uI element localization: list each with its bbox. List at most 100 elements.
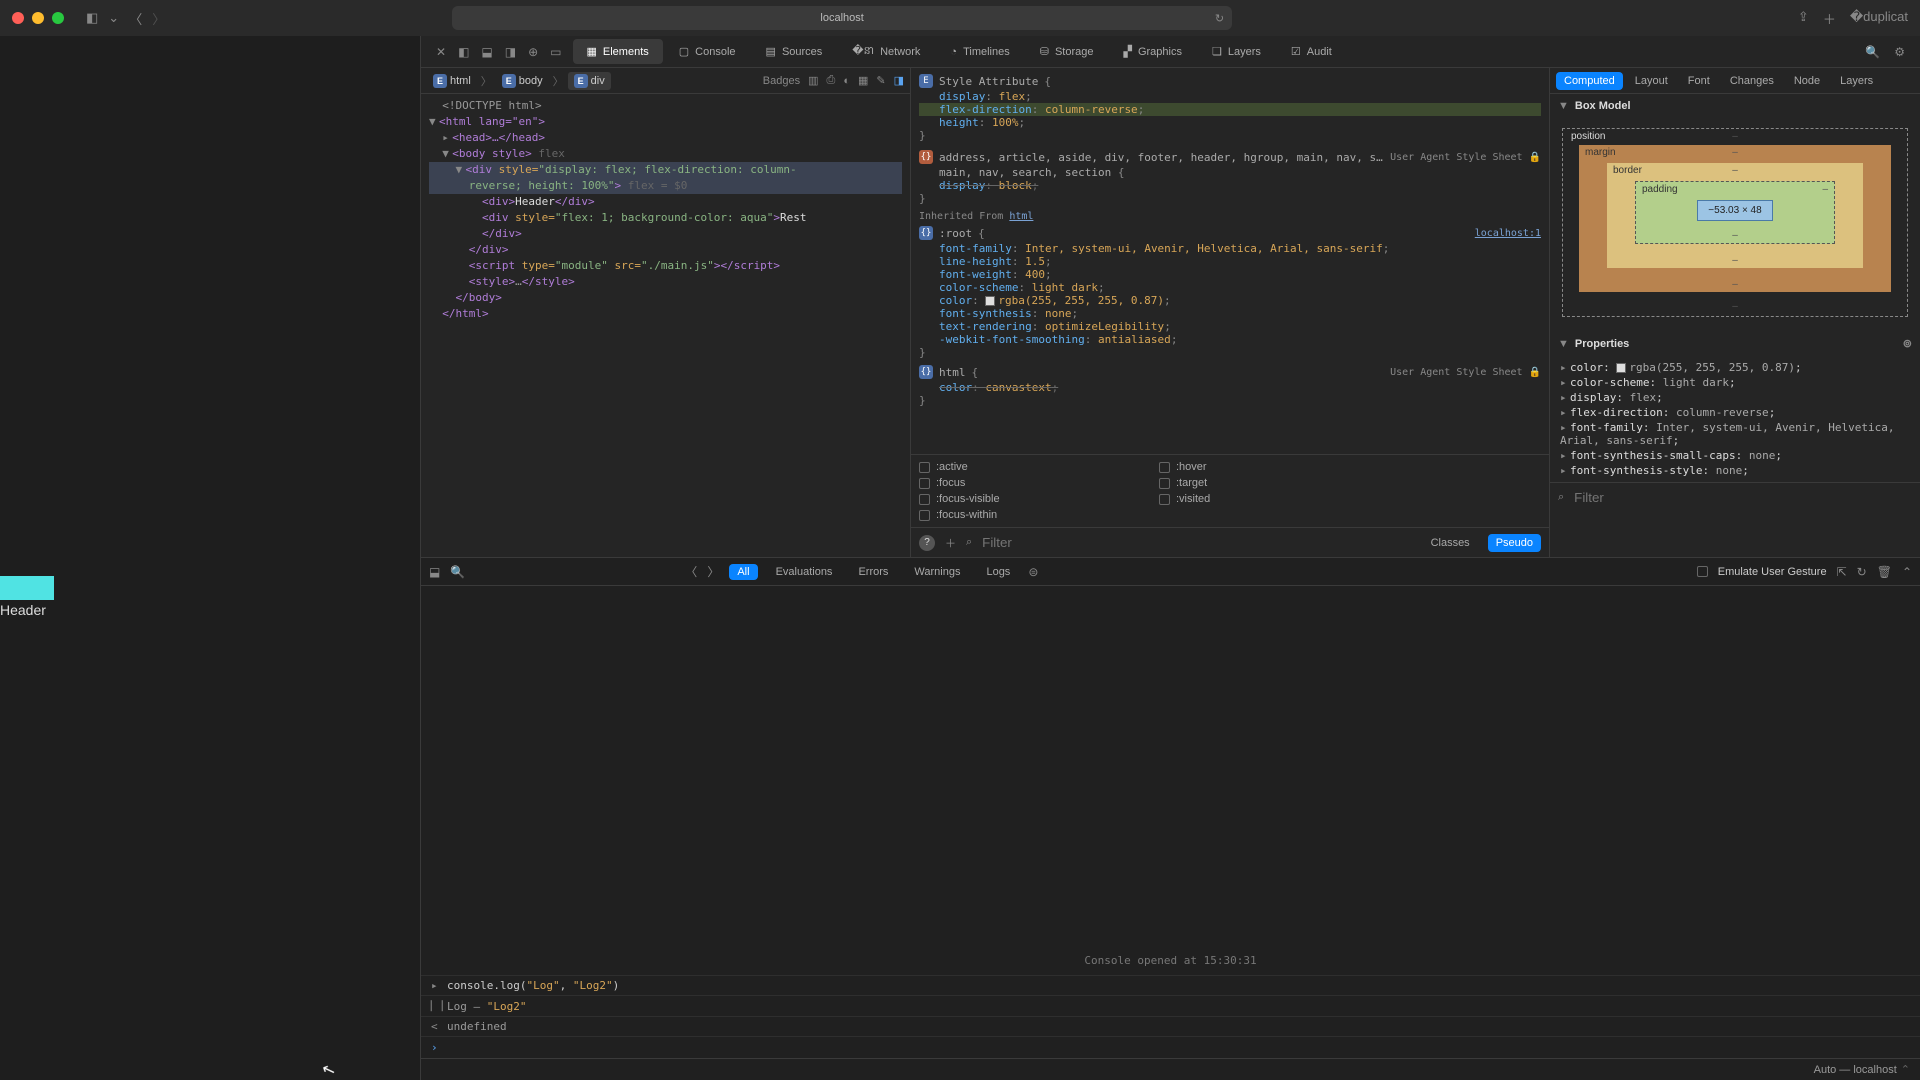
style-decl[interactable]: display: block;	[919, 179, 1541, 192]
console-filter-warnings[interactable]: Warnings	[906, 564, 968, 580]
device-icon[interactable]: ▭	[547, 42, 564, 62]
forward-button[interactable]: 〉	[152, 9, 165, 28]
computed-tab-layout[interactable]: Layout	[1627, 72, 1676, 90]
pseudo-active[interactable]: :active	[919, 461, 1119, 473]
ua-rule-header[interactable]: {} address, article, aside, div, footer,…	[919, 148, 1541, 166]
style-attribute-header[interactable]: E Style Attribute {	[919, 72, 1541, 90]
panel-toggle-icon[interactable]: ◨	[894, 74, 904, 87]
style-decl[interactable]: text-rendering: optimizeLegibility;	[919, 320, 1541, 333]
computed-tab-node[interactable]: Node	[1786, 72, 1828, 90]
zoom-window-button[interactable]	[52, 12, 64, 24]
root-rule-header[interactable]: {} :root { localhost:1	[919, 224, 1541, 242]
dom-line[interactable]: ▼<html lang="en">	[429, 114, 902, 130]
dom-line[interactable]: </html>	[429, 306, 902, 322]
emulate-gesture-checkbox[interactable]	[1697, 566, 1708, 577]
dom-line[interactable]: <!DOCTYPE html>	[429, 98, 902, 114]
box-model-header[interactable]: ▼Box Model	[1550, 94, 1920, 118]
dock-bottom-icon[interactable]: ⬓	[478, 42, 495, 62]
dom-line[interactable]: </body>	[429, 290, 902, 306]
format-icon[interactable]: ▥	[808, 74, 818, 87]
tabs-icon[interactable]: �duplicat	[1850, 9, 1908, 28]
grid-icon[interactable]: ▦	[858, 74, 868, 87]
address-bar[interactable]: localhost ↻	[452, 6, 1232, 30]
dock-left-icon[interactable]: ◧	[455, 42, 472, 62]
pseudo-focus[interactable]: :focus	[919, 477, 1119, 489]
tab-sources[interactable]: ▤Sources	[752, 39, 837, 64]
properties-header[interactable]: ▼Properties ⊚	[1550, 331, 1920, 356]
help-icon[interactable]: ?	[919, 535, 935, 551]
dom-line-selected[interactable]: ▼<div style="display: flex; flex-directi…	[429, 162, 902, 178]
edit-icon[interactable]: ✎	[876, 74, 885, 87]
source-link[interactable]: localhost:1	[1475, 228, 1541, 239]
reload-icon[interactable]: ↻	[1215, 12, 1224, 25]
properties-settings-icon[interactable]: ⊚	[1903, 337, 1912, 350]
console-settings-icon[interactable]: ⊜	[1028, 565, 1038, 579]
minimize-window-button[interactable]	[32, 12, 44, 24]
dom-line-selected[interactable]: reverse; height: 100%"> flex = $0	[429, 178, 902, 194]
pseudo-focus-within[interactable]: :focus-within	[919, 509, 1119, 521]
share-icon[interactable]: ⇪	[1798, 9, 1809, 28]
pseudo-button[interactable]: Pseudo	[1488, 534, 1541, 552]
inspect-element-icon[interactable]: ⊕	[525, 42, 541, 62]
computed-prop[interactable]: ▸flex-direction: column-reverse;	[1560, 405, 1910, 420]
tab-layers[interactable]: ❏Layers	[1198, 39, 1275, 64]
style-decl[interactable]: font-weight: 400;	[919, 268, 1541, 281]
style-decl[interactable]: height: 100%;	[919, 116, 1541, 129]
style-decl[interactable]: font-family: Inter, system-ui, Avenir, H…	[919, 242, 1541, 255]
tab-console[interactable]: ▢Console	[665, 39, 750, 64]
color-swatch[interactable]	[1616, 363, 1626, 373]
collapse-console-icon[interactable]: ⌃	[1902, 565, 1912, 579]
console-prompt[interactable]: ›	[421, 1036, 1920, 1058]
styles-body[interactable]: E Style Attribute { display: flex; flex-…	[911, 68, 1549, 454]
computed-tab-layers[interactable]: Layers	[1832, 72, 1881, 90]
style-decl[interactable]: line-height: 1.5;	[919, 255, 1541, 268]
settings-icon[interactable]: ⚙	[1891, 42, 1908, 62]
tab-audit[interactable]: ☑Audit	[1277, 39, 1346, 64]
console-filter-logs[interactable]: Logs	[978, 564, 1018, 580]
console-filter-evaluations[interactable]: Evaluations	[768, 564, 841, 580]
style-decl[interactable]: color: rgba(255, 255, 255, 0.87);	[919, 294, 1541, 307]
dom-line[interactable]: </div>	[429, 242, 902, 258]
prev-icon[interactable]: 〈	[685, 563, 697, 580]
computed-tab-changes[interactable]: Changes	[1722, 72, 1782, 90]
add-rule-icon[interactable]: ＋	[945, 535, 956, 551]
inherited-html-link[interactable]: html	[1009, 211, 1033, 222]
next-icon[interactable]: 〉	[707, 563, 719, 580]
computed-properties-list[interactable]: ▸color: rgba(255, 255, 255, 0.87); ▸colo…	[1550, 356, 1920, 482]
style-decl-selected[interactable]: flex-direction: column-reverse;	[919, 103, 1541, 116]
pseudo-visited[interactable]: :visited	[1159, 493, 1359, 505]
chevron-down-icon[interactable]: ⌄	[108, 10, 119, 26]
new-tab-icon[interactable]: ＋	[1823, 9, 1836, 28]
pseudo-focus-visible[interactable]: :focus-visible	[919, 493, 1119, 505]
print-icon[interactable]: ⎙	[827, 74, 836, 87]
style-decl[interactable]: color-scheme: light dark;	[919, 281, 1541, 294]
clear-console-icon[interactable]: 🗑	[1877, 565, 1892, 579]
contrast-icon[interactable]: ◐	[843, 75, 850, 87]
dom-line[interactable]: ▸<head>…</head>	[429, 130, 902, 146]
console-entry[interactable]: ▸ console.log("Log", "Log2")	[421, 975, 1920, 995]
style-decl[interactable]: display: flex;	[919, 90, 1541, 103]
breadcrumb-body[interactable]: Ebody	[496, 72, 549, 90]
tab-elements[interactable]: ▦Elements	[573, 39, 663, 64]
console-filter-all[interactable]: All	[729, 564, 757, 580]
breadcrumb-div[interactable]: Ediv	[568, 72, 611, 90]
console-return[interactable]: < undefined	[421, 1016, 1920, 1036]
pseudo-target[interactable]: :target	[1159, 477, 1359, 489]
close-devtools-icon[interactable]: ✕	[433, 42, 449, 62]
dom-line[interactable]: <style>…</style>	[429, 274, 902, 290]
dom-line[interactable]: </div>	[429, 226, 902, 242]
style-decl[interactable]: font-synthesis: none;	[919, 307, 1541, 320]
computed-filter-input[interactable]	[1574, 490, 1751, 505]
pseudo-hover[interactable]: :hover	[1159, 461, 1359, 473]
dock-right-icon[interactable]: ◨	[502, 42, 519, 62]
computed-tab-font[interactable]: Font	[1680, 72, 1718, 90]
computed-prop[interactable]: ▸font-synthesis-style: none;	[1560, 463, 1910, 478]
dom-line[interactable]: ▼<body style> flex	[429, 146, 902, 162]
computed-prop[interactable]: ▸color: rgba(255, 255, 255, 0.87);	[1560, 360, 1910, 375]
console-filter-errors[interactable]: Errors	[850, 564, 896, 580]
tab-timelines[interactable]: ◔Timelines	[936, 40, 1023, 64]
computed-tab-computed[interactable]: Computed	[1556, 72, 1623, 90]
sidebar-toggle-icon[interactable]: ◧	[86, 10, 98, 26]
dom-line[interactable]: <div>Header</div>	[429, 194, 902, 210]
dom-line[interactable]: <div style="flex: 1; background-color: a…	[429, 210, 902, 226]
